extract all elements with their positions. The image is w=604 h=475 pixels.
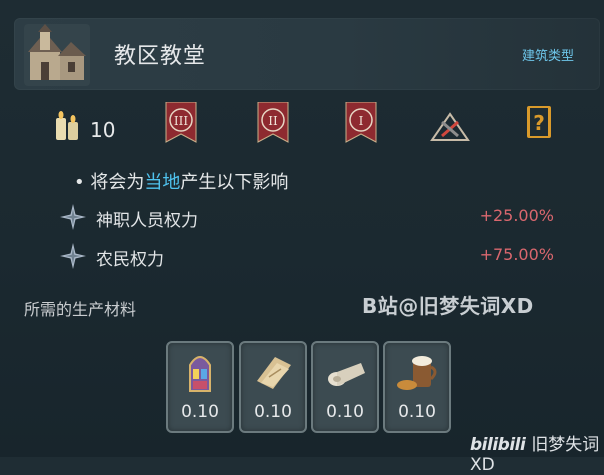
effect-label: 农民权力	[96, 250, 164, 270]
material-amount: 0.10	[254, 402, 292, 422]
material-amount: 0.10	[326, 402, 364, 422]
material-card-cloth[interactable]: 0.10	[311, 341, 379, 433]
tier-ii-banner-icon[interactable]: II	[256, 101, 290, 144]
candle-icon	[54, 110, 84, 142]
materials-heading: 所需的生产材料	[24, 300, 137, 319]
building-type-link[interactable]: 建筑类型	[522, 45, 574, 64]
cloth-icon	[321, 351, 369, 393]
effects-intro-suffix: 产生以下影响	[180, 172, 289, 193]
effects-intro-prefix: • 将会为	[74, 172, 145, 193]
stained-glass-icon	[176, 351, 224, 393]
tier-iii-banner-icon[interactable]: III	[164, 101, 198, 144]
material-card-stained-glass[interactable]: 0.10	[166, 341, 234, 433]
effect-row-clergy-power: 神职人员权力 +25.00%	[60, 202, 560, 232]
modifier-star-icon	[60, 204, 86, 230]
tier-i-banner-icon[interactable]: I	[344, 101, 378, 144]
unknown-requirement-icon[interactable]: ?	[524, 104, 554, 142]
effect-row-peasant-power: 农民权力 +75.00%	[60, 241, 560, 271]
bilibili-logo: bilibili	[470, 435, 526, 455]
candle-count: 10	[90, 118, 116, 142]
crossed-tools-warning-icon[interactable]	[430, 112, 470, 142]
effects-intro: • 将会为当地产生以下影响	[74, 168, 288, 194]
church-icon	[24, 24, 90, 86]
building-stats-row: 10 III II I ?	[0, 100, 604, 150]
tier-ii-label: II	[268, 114, 278, 128]
tier-i-label: I	[359, 114, 364, 128]
material-card-food[interactable]: 0.10	[383, 341, 451, 433]
material-card-paper[interactable]: 0.10	[239, 341, 307, 433]
paper-icon	[249, 351, 297, 393]
material-amount: 0.10	[398, 402, 436, 422]
bilibili-watermark: bilibili 旧梦失词XD	[470, 430, 604, 475]
modifier-star-icon	[60, 243, 86, 269]
effect-label: 神职人员权力	[96, 211, 198, 231]
material-amount: 0.10	[181, 402, 219, 422]
watermark-text: B站@旧梦失词XD	[362, 294, 534, 318]
svg-text:?: ?	[533, 111, 545, 135]
building-tooltip-panel: 教区教堂 建筑类型 10 III II I ? • 将会为当地产生以下影响 神职…	[0, 0, 604, 475]
food-drink-icon	[393, 351, 441, 393]
tier-iii-label: III	[174, 114, 188, 128]
effects-intro-highlight[interactable]: 当地	[144, 172, 180, 193]
building-header: 教区教堂 建筑类型	[14, 18, 600, 90]
effect-value: +25.00%	[479, 206, 554, 225]
effect-value: +75.00%	[479, 245, 554, 264]
building-title: 教区教堂	[114, 44, 207, 69]
